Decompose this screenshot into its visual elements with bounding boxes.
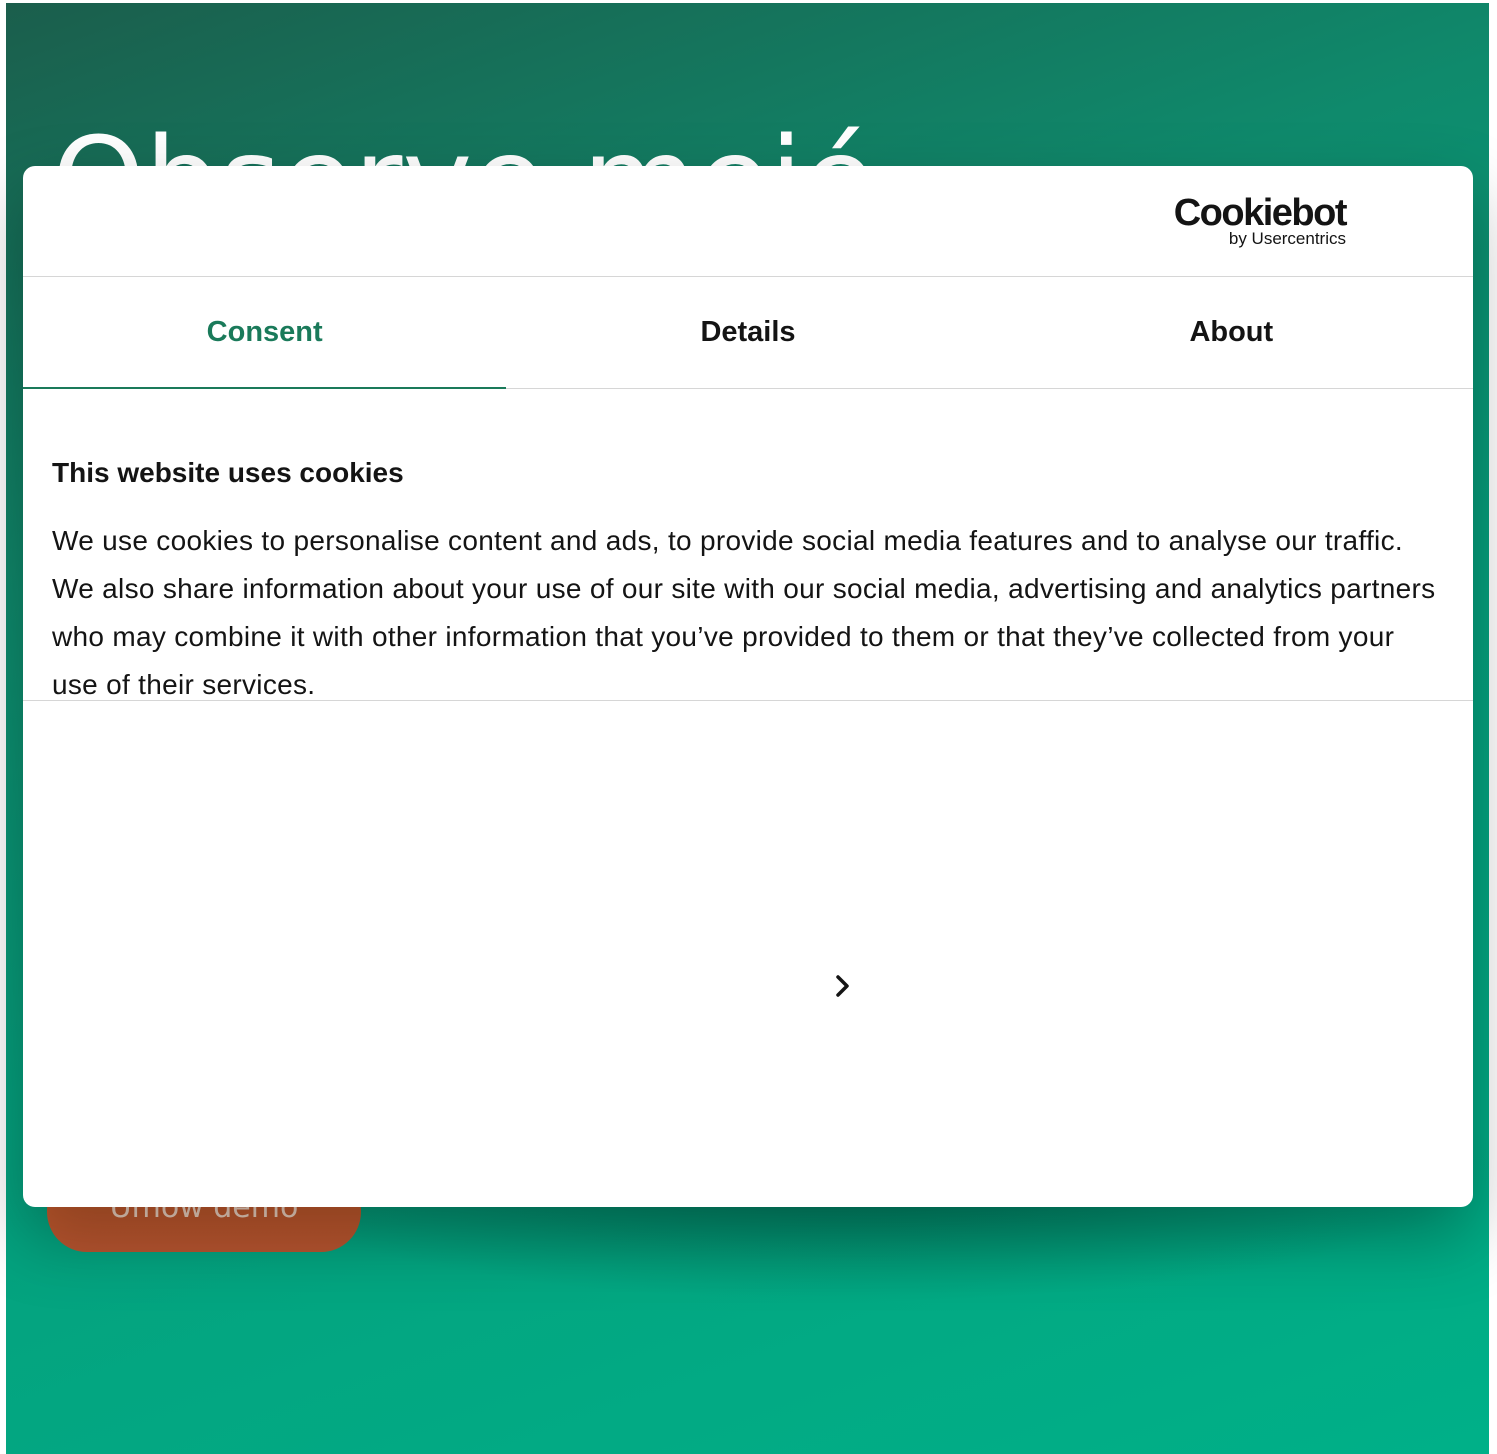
consent-content: This website uses cookies We use cookies… [23, 389, 1473, 701]
cookie-consent-dialog: Cookiebot by Usercentrics Consent Detail… [23, 166, 1473, 1207]
chevron-right-icon[interactable] [828, 971, 858, 1001]
dialog-header: Cookiebot by Usercentrics [23, 166, 1473, 277]
tab-consent[interactable]: Consent [23, 277, 507, 389]
tab-details[interactable]: Details [506, 277, 989, 388]
logo-brand: Cookiebot [1173, 192, 1348, 234]
consent-heading: This website uses cookies [52, 457, 404, 488]
tab-about[interactable]: About [990, 277, 1473, 388]
cookiebot-logo: Cookiebot by Usercentrics [1166, 192, 1348, 248]
tab-bar: Consent Details About [23, 277, 1473, 389]
consent-body: We use cookies to personalise content an… [52, 525, 1436, 700]
